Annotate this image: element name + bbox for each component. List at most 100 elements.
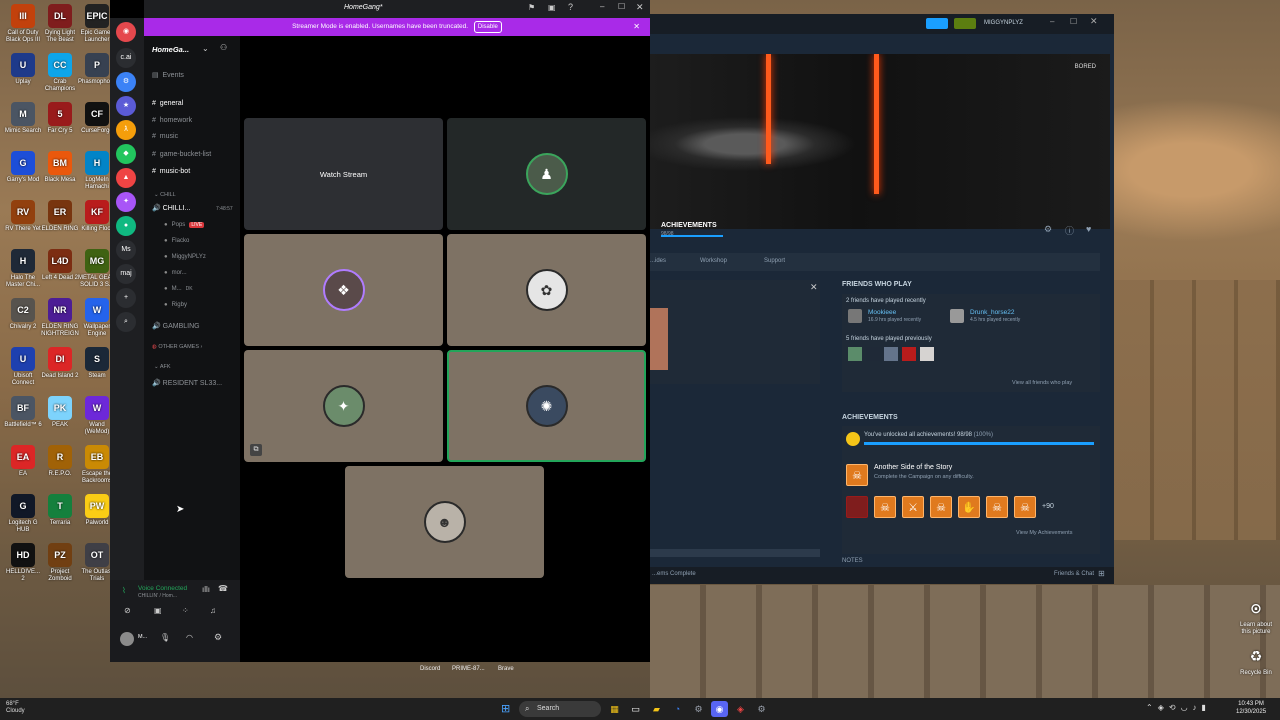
widgets-icon[interactable]: ▦ — [606, 701, 623, 717]
desktop-shortcut[interactable]: 5 Far Cry 5 — [41, 102, 79, 135]
server-icon[interactable]: Ms — [116, 240, 136, 260]
desktop-shortcut[interactable]: R R.E.P.O. — [41, 445, 79, 478]
weather-widget[interactable]: 68°F Cloudy — [6, 701, 25, 715]
channel-general[interactable]: # general — [152, 100, 183, 107]
view-my-achievements-link[interactable]: View My Achievements — [1016, 530, 1072, 536]
desktop-shortcut[interactable]: III Call of Duty Black Ops III — [4, 4, 42, 44]
inbox-icon[interactable]: ▣ — [548, 3, 556, 12]
server-icon[interactable]: ▲ — [116, 168, 136, 188]
taskbar-search[interactable]: ⌕ Search — [519, 701, 601, 717]
steam-broadcast-button[interactable] — [926, 18, 948, 29]
server-icon[interactable]: ⚙ — [116, 72, 136, 92]
inbox-pin-icon[interactable]: ⚑ — [528, 3, 535, 12]
taskbar-clock[interactable]: 10:43 PM 12/30/2025 — [1236, 700, 1266, 716]
participant-tile[interactable]: ☻ — [345, 466, 544, 578]
desktop-shortcut[interactable]: DI Dead Island 2 — [41, 347, 79, 380]
settings-gear-icon[interactable]: ⚙ — [1044, 224, 1052, 235]
desktop-shortcut[interactable]: BM Black Mesa — [41, 151, 79, 184]
recycle-bin-icon[interactable]: ♻ Recycle Bin — [1238, 644, 1274, 677]
voice-user[interactable]: ● Pops LIVE — [164, 222, 205, 228]
popout-icon[interactable]: ⧉ — [250, 444, 262, 456]
tab-guides[interactable]: ...ides — [650, 258, 666, 264]
friend-avatar[interactable] — [950, 309, 964, 323]
voice-user[interactable]: ● MiggyNPLYz — [164, 254, 206, 260]
desktop-shortcut[interactable]: RV RV There Yet — [4, 200, 42, 233]
friend2-name[interactable]: Drunk_horse22 — [970, 309, 1014, 316]
desktop-shortcut[interactable]: HD HELLDIVE... 2 — [4, 543, 42, 583]
channel-game-bucket-list[interactable]: # game-bucket-list — [152, 151, 211, 158]
task-view-icon[interactable]: ▭ — [627, 701, 644, 717]
desktop-shortcut[interactable]: G Garry's Mod — [4, 151, 42, 184]
channel-music-bot[interactable]: # music-bot — [152, 168, 190, 175]
participant-tile-speaking[interactable]: ✺ — [447, 350, 646, 462]
participant-tile[interactable]: ✿ — [447, 234, 646, 346]
disconnect-icon[interactable]: ☎ — [218, 584, 228, 593]
skull-icon[interactable]: ☠ — [1014, 496, 1036, 518]
participant-tile[interactable]: ♟ — [447, 118, 646, 230]
participant-tile[interactable]: ❖ — [244, 234, 443, 346]
category-other-games[interactable]: ◍ OTHER GAMES › — [152, 344, 202, 350]
desktop-shortcut[interactable]: T Terraria — [41, 494, 79, 527]
achievement-icon[interactable] — [846, 496, 868, 518]
server-icon[interactable]: ★ — [116, 96, 136, 116]
desktop-shortcut[interactable]: BF Battlefield™ 6 — [4, 396, 42, 429]
voice-connected-status[interactable]: Voice Connected — [138, 585, 187, 592]
disable-streamer-mode-button[interactable]: Disable — [473, 21, 502, 33]
chevron-down-icon[interactable]: ⌄ — [202, 44, 209, 53]
chevron-up-icon[interactable]: ⌃ — [1146, 703, 1153, 712]
server-name[interactable]: HomeGa... — [152, 45, 189, 54]
desktop-shortcut[interactable]: M Mimic Search — [4, 102, 42, 135]
soundboard-icon[interactable]: ♫ — [210, 606, 216, 615]
desktop-shortcut[interactable]: G Logitech G HUB — [4, 494, 42, 534]
taskbar-preview-label[interactable]: PRIME-87... — [452, 666, 485, 672]
server-icon[interactable]: maj — [116, 264, 136, 284]
friend-avatar[interactable] — [848, 347, 862, 361]
server-icon[interactable]: c.ai — [116, 48, 136, 68]
friend1-name[interactable]: Mookieee — [868, 309, 896, 316]
friend-avatar[interactable] — [848, 309, 862, 323]
wifi-icon[interactable]: ◡ — [1181, 703, 1188, 712]
channel-homework[interactable]: # homework — [152, 117, 192, 124]
server-icon[interactable]: ◆ — [116, 144, 136, 164]
windows-start-icon[interactable]: ⊞ — [501, 703, 513, 715]
battery-icon[interactable]: ▮ — [1202, 703, 1206, 712]
voice-user[interactable]: ● M... DK — [164, 286, 193, 292]
minimize-icon[interactable]: – — [600, 2, 604, 11]
skull-icon[interactable]: ☠ — [874, 496, 896, 518]
desktop-shortcut[interactable]: PK PEAK — [41, 396, 79, 429]
help-icon[interactable]: ? — [568, 2, 573, 12]
brave-icon[interactable]: ◈ — [732, 701, 749, 717]
desktop-shortcut[interactable]: DL Dying Light The Beast — [41, 4, 79, 44]
favorite-heart-icon[interactable]: ♥ — [1086, 224, 1091, 234]
screen-share-icon[interactable]: ▣ — [154, 606, 162, 615]
voice-user[interactable]: ● mor... — [164, 270, 187, 276]
desktop-shortcut[interactable]: H Halo The Master Chi... — [4, 249, 42, 289]
desktop-shortcut[interactable]: NR ELDEN RING NIGHTREIGN — [41, 298, 79, 338]
view-all-friends-link[interactable]: View all friends who play — [1012, 380, 1072, 386]
add-member-icon[interactable]: ⚇ — [220, 43, 227, 52]
user-display-name[interactable]: M... — [138, 634, 147, 640]
voice-channel-gambling[interactable]: 🔊 GAMBLING — [152, 322, 200, 330]
desktop-shortcut[interactable]: C2 Chivalry 2 — [4, 298, 42, 331]
voice-user[interactable]: ● Rigby — [164, 302, 187, 308]
avatar[interactable] — [120, 632, 134, 646]
downloads-status[interactable]: ...ems Complete — [652, 571, 696, 577]
voice-channel-chilling[interactable]: 🔊 CHILLI... — [152, 204, 190, 212]
desktop-shortcut[interactable]: ER ELDEN RING — [41, 200, 79, 233]
desktop-shortcut[interactable]: U Ubisoft Connect — [4, 347, 42, 387]
settings-gear-icon[interactable]: ⚙ — [690, 701, 707, 717]
edge-icon[interactable]: ◔ — [669, 701, 686, 717]
file-explorer-icon[interactable]: ▰ — [648, 701, 665, 717]
desktop-shortcut[interactable]: U Uplay — [4, 53, 42, 86]
server-icon[interactable]: ● — [116, 216, 136, 236]
more-achievements-count[interactable]: +90 — [1042, 496, 1054, 518]
watch-stream-label[interactable]: Watch Stream — [320, 170, 367, 179]
category-chill[interactable]: ⌄ CHILL — [154, 192, 176, 198]
stream-tile[interactable]: Watch Stream — [244, 118, 443, 230]
desktop-shortcut[interactable]: PZ Project Zomboid — [41, 543, 79, 583]
minimize-icon[interactable]: – — [1050, 17, 1054, 26]
tab-support[interactable]: Support — [764, 258, 785, 264]
close-icon[interactable]: ✕ — [1090, 16, 1098, 27]
desktop-shortcut[interactable]: CC Crab Champions — [41, 53, 79, 93]
steam-notifications-button[interactable] — [954, 18, 976, 29]
